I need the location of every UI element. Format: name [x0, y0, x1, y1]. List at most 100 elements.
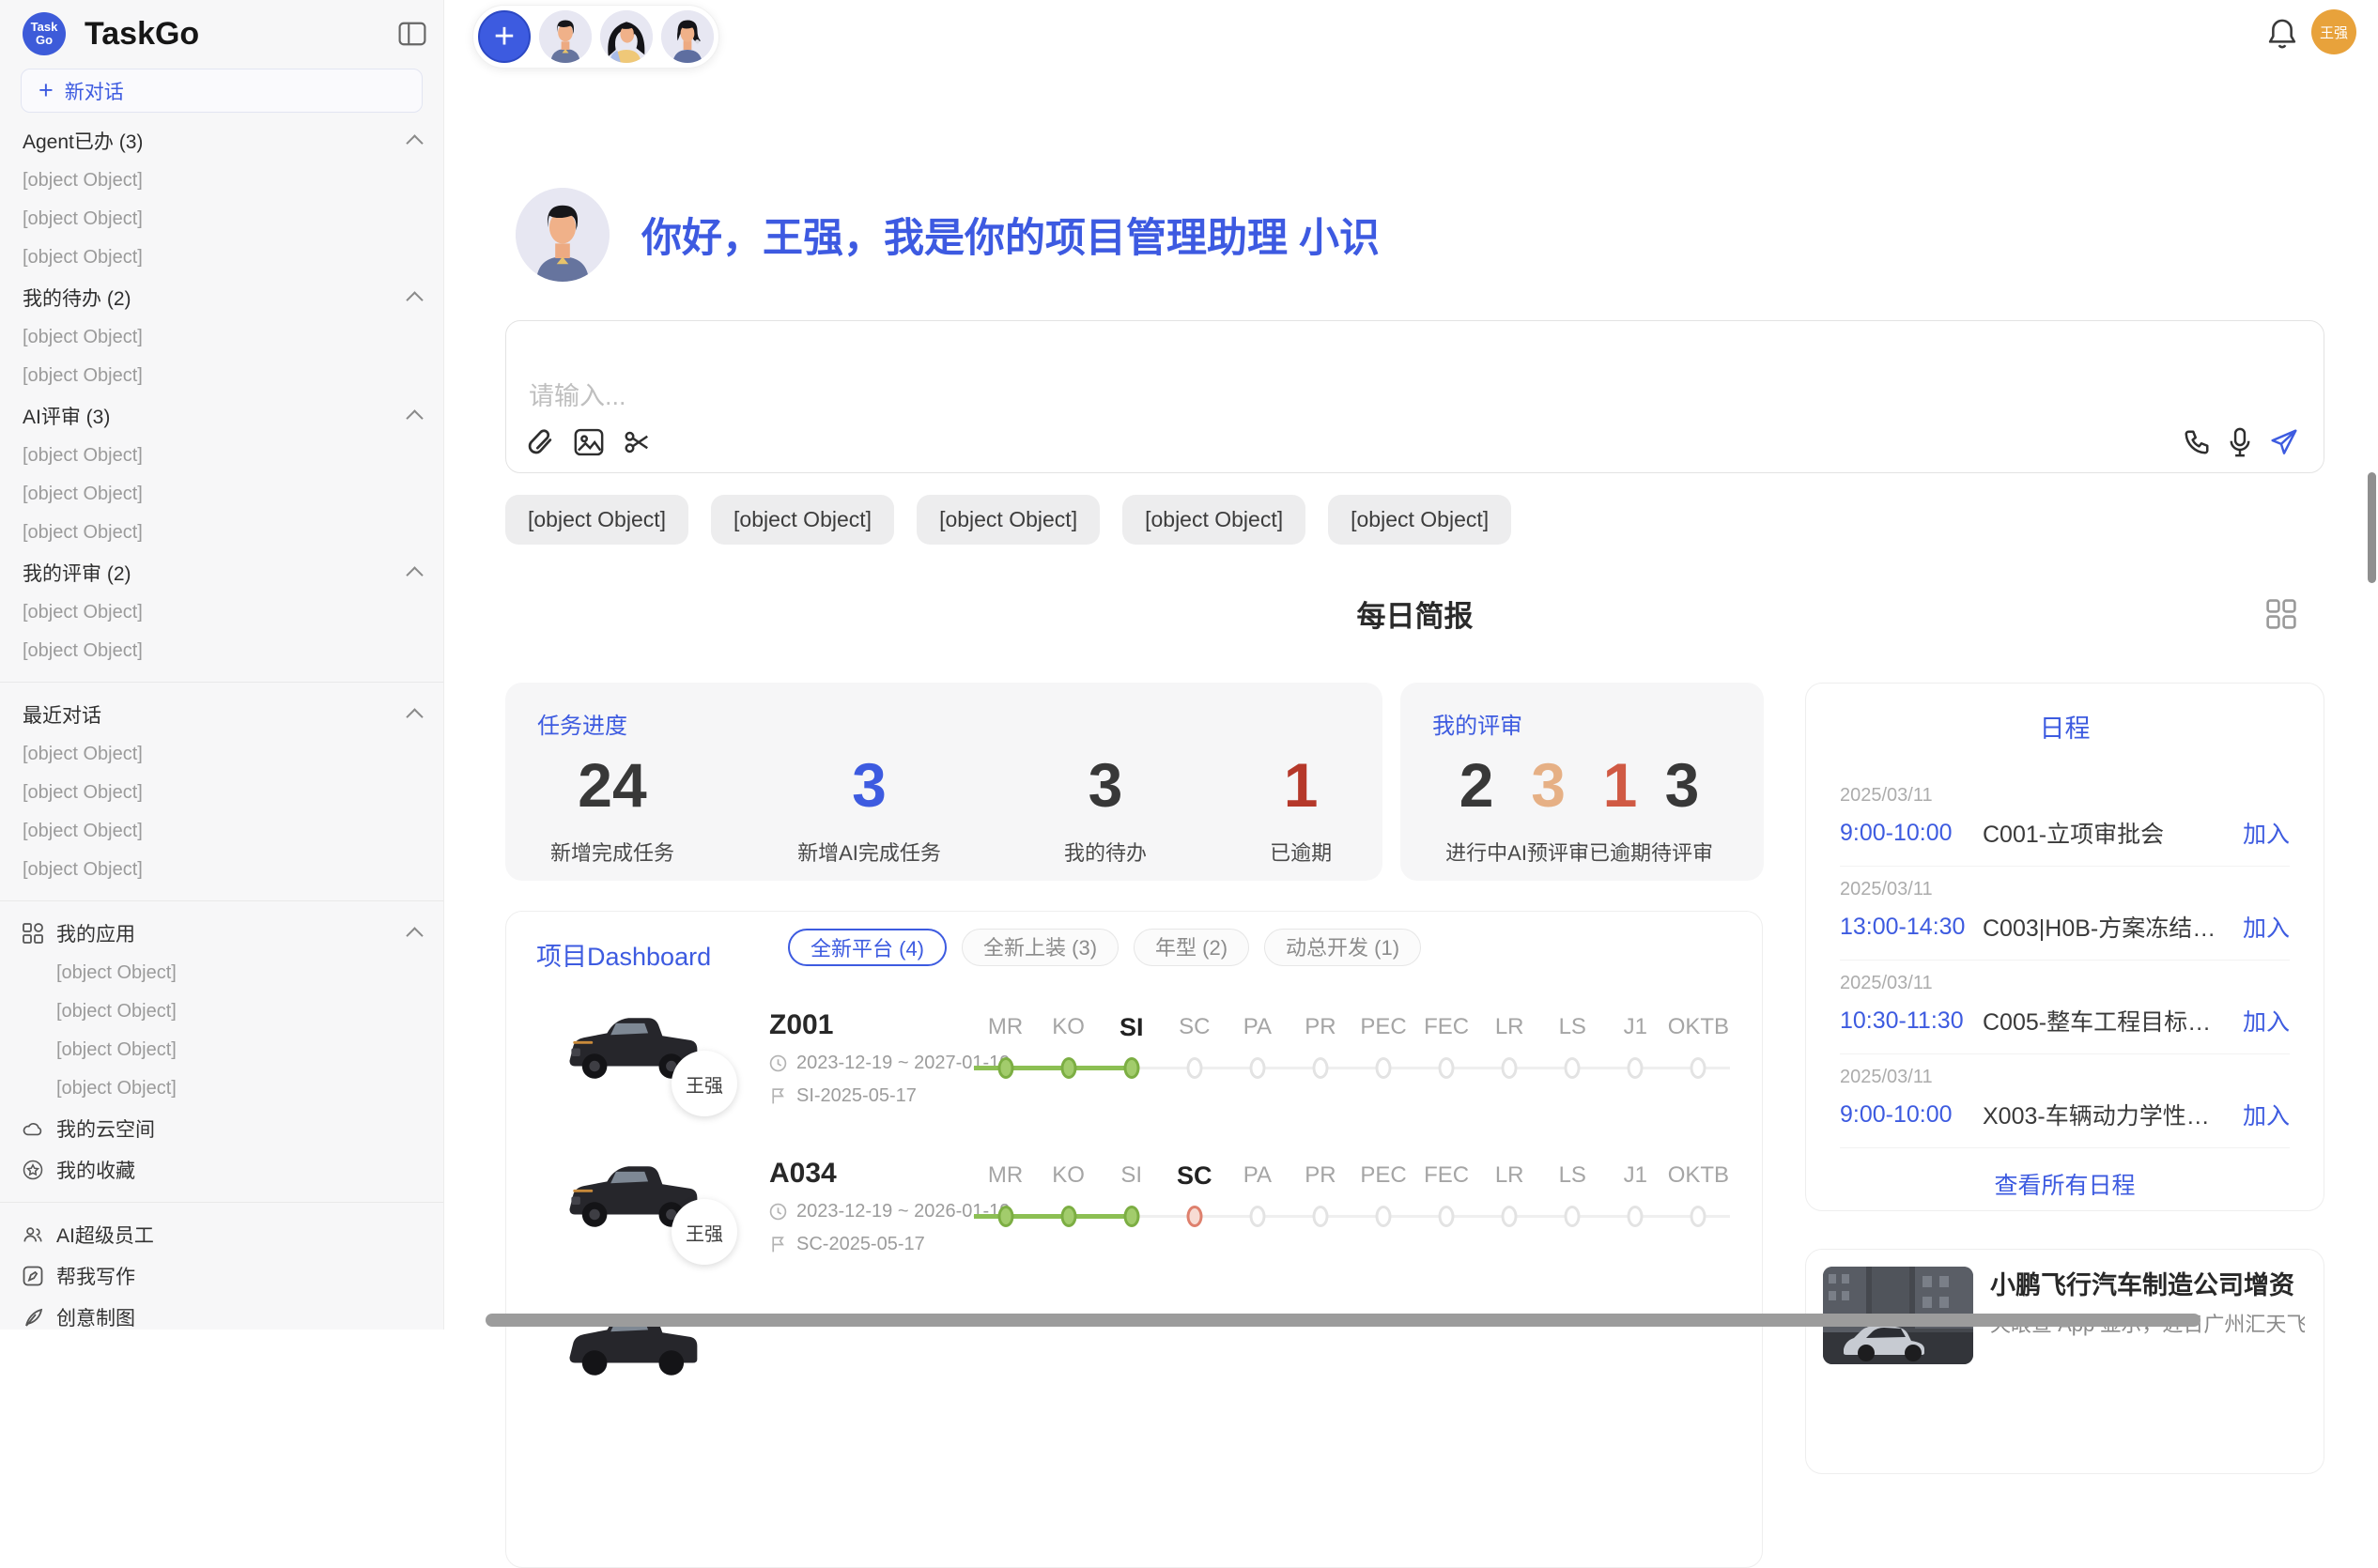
sidebar-task-item[interactable]: [object Object]: [0, 161, 443, 200]
dashboard-tab[interactable]: 全新上装 (3): [962, 929, 1119, 966]
horizontal-scrollbar[interactable]: [486, 1314, 2200, 1327]
sidebar-group-title: 我的待办 (2): [23, 284, 131, 312]
stat-value: 3: [1507, 753, 1589, 818]
join-button[interactable]: 加入: [2243, 910, 2290, 944]
recent-chat-item[interactable]: [object Object]: [0, 735, 443, 774]
people-icon: [23, 1224, 43, 1245]
sidebar-task-item[interactable]: [object Object]: [0, 514, 443, 552]
notification-bell-icon[interactable]: [2266, 17, 2298, 51]
schedule-date: 2025/03/11: [1840, 973, 2290, 994]
greeting-text: 你好，王强，我是你的项目管理助理 小识: [641, 206, 1380, 264]
stat-value: 1: [1270, 753, 1332, 818]
session-avatar[interactable]: [661, 10, 714, 63]
clock-icon: [769, 1203, 787, 1221]
schedule-card: 日程 2025/03/11 9:00-10:00 C001-立项审批会 加入 2…: [1805, 683, 2324, 1211]
view-all-schedule-link[interactable]: 查看所有日程: [1840, 1167, 2290, 1201]
sidebar-task-item[interactable]: [object Object]: [0, 200, 443, 238]
stat-label: 进行中: [1445, 837, 1507, 867]
briefing-card-title: 任务进度: [537, 707, 1345, 740]
suggestion-chip[interactable]: [object Object]: [505, 495, 688, 545]
sidebar-task-item[interactable]: [object Object]: [0, 437, 443, 475]
sidebar-group-header[interactable]: 我的评审 (2): [0, 552, 443, 593]
sidebar-task-item[interactable]: [object Object]: [0, 475, 443, 514]
dashboard-tab[interactable]: 动总开发 (1): [1264, 929, 1421, 966]
app-item[interactable]: [object Object]: [0, 1069, 443, 1108]
app-logo: Task Go: [23, 12, 66, 55]
sidebar-group-header[interactable]: AI评审 (3): [0, 395, 443, 437]
recent-chats-list: [object Object][object Object][object Ob…: [0, 735, 443, 889]
dashboard-tab[interactable]: 全新平台 (4): [788, 929, 947, 966]
paperclip-icon[interactable]: [527, 427, 555, 457]
sidebar-task-item[interactable]: [object Object]: [0, 357, 443, 395]
sidebar-task-item[interactable]: [object Object]: [0, 318, 443, 357]
milestone: MR: [974, 1156, 1037, 1244]
milestone-node: [1123, 1206, 1139, 1227]
suggestion-chip[interactable]: [object Object]: [1122, 495, 1305, 545]
milestone: MR: [974, 1007, 1037, 1096]
app-item[interactable]: [object Object]: [0, 954, 443, 992]
suggestion-chip[interactable]: [object Object]: [1328, 495, 1511, 545]
collapse-sidebar-icon[interactable]: [398, 22, 426, 46]
milestone-label: SI: [1100, 1156, 1163, 1195]
sidebar-item-cloud-space[interactable]: 我的云空间: [0, 1108, 443, 1149]
sidebar-scroll: Agent已办 (3) [object Object][object Objec…: [0, 113, 443, 1330]
milestone: PR: [1289, 1007, 1351, 1096]
scissors-icon[interactable]: [623, 428, 651, 456]
recent-chats-header[interactable]: 最近对话: [0, 694, 443, 735]
project-row[interactable]: 王强 A034 2023-12-19 ~ 2026-01-19 SC-2025-…: [506, 1146, 1762, 1295]
sidebar-group-title: 我的评审 (2): [23, 559, 131, 587]
stat-label: 待评审: [1651, 837, 1713, 867]
stat-value: 2: [1445, 753, 1507, 818]
dashboard-title: 项目Dashboard: [536, 936, 711, 973]
project-row[interactable]: 王强 Z001 2023-12-19 ~ 2027-01-19 SI-2025-…: [506, 998, 1762, 1146]
briefing-cards: 任务进度 24 新增完成任务 3 新增AI完成任务 3 我的待办: [505, 683, 1764, 881]
session-avatar[interactable]: [600, 10, 653, 63]
user-avatar[interactable]: 王强: [2311, 9, 2356, 54]
milestone-node: [1060, 1057, 1076, 1079]
milestone: SC: [1163, 1156, 1226, 1244]
stat-value: 3: [1651, 753, 1713, 818]
vertical-scrollbar[interactable]: [2368, 472, 2376, 583]
chat-input[interactable]: 请输入...: [505, 320, 2324, 473]
milestone: KO: [1037, 1007, 1100, 1096]
sidebar-task-item[interactable]: [object Object]: [0, 593, 443, 632]
join-button[interactable]: 加入: [2243, 1098, 2290, 1131]
sidebar-item-ai-employee[interactable]: AI超级员工: [0, 1214, 443, 1255]
dashboard-tab[interactable]: 年型 (2): [1134, 929, 1249, 966]
chevron-up-icon: [406, 566, 423, 583]
join-button[interactable]: 加入: [2243, 816, 2290, 850]
milestone-node: [1439, 1057, 1455, 1079]
schedule-item: 2025/03/11 13:00-14:30 C003|H0B-方案冻结评审 加…: [1840, 867, 2290, 961]
suggestion-chip[interactable]: [object Object]: [711, 495, 894, 545]
milestone-node: [1691, 1206, 1706, 1227]
recent-chat-item[interactable]: [object Object]: [0, 774, 443, 812]
milestone: PA: [1226, 1156, 1289, 1244]
sidebar-group-header[interactable]: Agent已办 (3): [0, 120, 443, 161]
join-button[interactable]: 加入: [2243, 1004, 2290, 1038]
recent-chat-item[interactable]: [object Object]: [0, 851, 443, 889]
sidebar-item-help-write[interactable]: 帮我写作: [0, 1255, 443, 1297]
sidebar-task-item[interactable]: [object Object]: [0, 632, 443, 670]
sidebar-item-creative-drawing[interactable]: 创意制图: [0, 1297, 443, 1330]
session-avatar[interactable]: [539, 10, 592, 63]
app-item[interactable]: [object Object]: [0, 992, 443, 1031]
sidebar-item-favorites[interactable]: 我的收藏: [0, 1149, 443, 1191]
phone-icon[interactable]: [2183, 428, 2211, 456]
schedule-time: 10:30-11:30: [1840, 1007, 1971, 1035]
send-icon[interactable]: [2269, 427, 2299, 457]
new-chat-button[interactable]: + 新对话: [21, 69, 423, 113]
sidebar-group-header[interactable]: 我的待办 (2): [0, 277, 443, 318]
milestone-node: [1249, 1206, 1265, 1227]
mic-icon[interactable]: [2228, 427, 2252, 457]
add-session-button[interactable]: +: [478, 10, 531, 63]
sidebar-task-item[interactable]: [object Object]: [0, 238, 443, 277]
recent-chat-item[interactable]: [object Object]: [0, 812, 443, 851]
layout-grid-icon[interactable]: [2265, 598, 2297, 630]
app-item[interactable]: [object Object]: [0, 1031, 443, 1069]
stat-value: 1: [1589, 753, 1651, 818]
my-apps-header[interactable]: 我的应用: [0, 913, 443, 954]
schedule-item: 2025/03/11 9:00-10:00 C001-立项审批会 加入: [1840, 773, 2290, 867]
news-card[interactable]: 小鹏飞行汽车制造公司增资 天眼查 App 显示，近日广州汇天飞行汽...: [1805, 1249, 2324, 1474]
image-icon[interactable]: [574, 428, 604, 456]
suggestion-chip[interactable]: [object Object]: [917, 495, 1100, 545]
